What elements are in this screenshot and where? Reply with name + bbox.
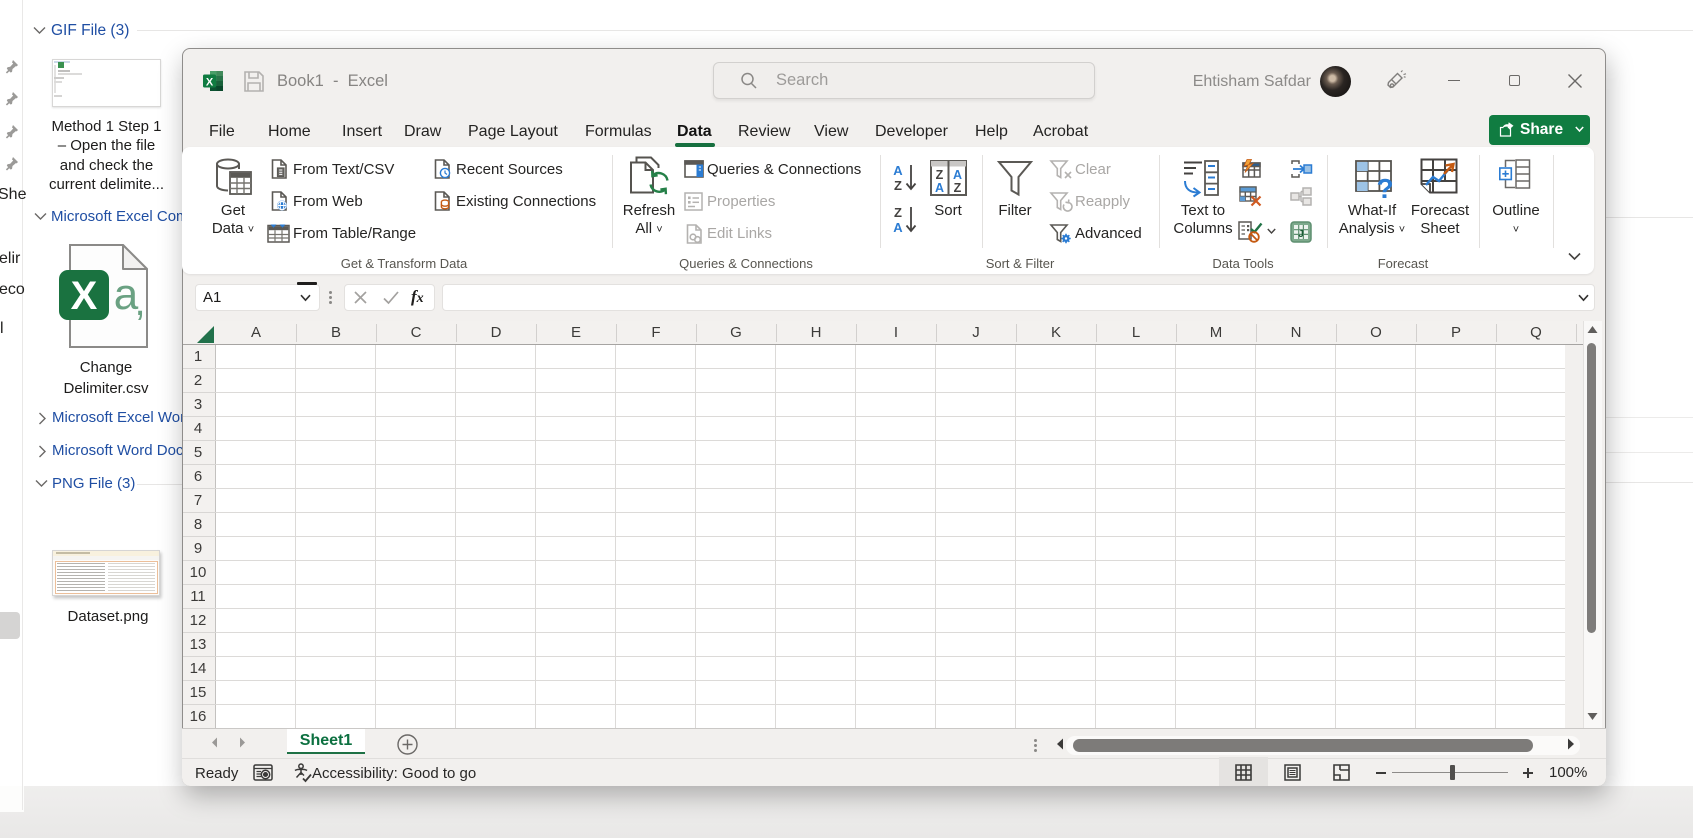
svg-text:X: X: [71, 274, 98, 318]
svg-text:,: ,: [134, 280, 145, 324]
svg-text:A: A: [893, 163, 903, 178]
svg-text:Z: Z: [894, 178, 902, 193]
svg-text:X: X: [206, 77, 214, 89]
svg-text:J: J: [1298, 229, 1304, 240]
svg-text:A: A: [953, 168, 962, 182]
svg-text:Z: Z: [936, 168, 944, 182]
svg-text:Z: Z: [894, 205, 902, 220]
svg-text:Z: Z: [954, 181, 962, 195]
svg-text:A: A: [893, 220, 903, 235]
svg-text:A: A: [935, 181, 944, 195]
svg-text:?: ?: [1376, 173, 1393, 204]
